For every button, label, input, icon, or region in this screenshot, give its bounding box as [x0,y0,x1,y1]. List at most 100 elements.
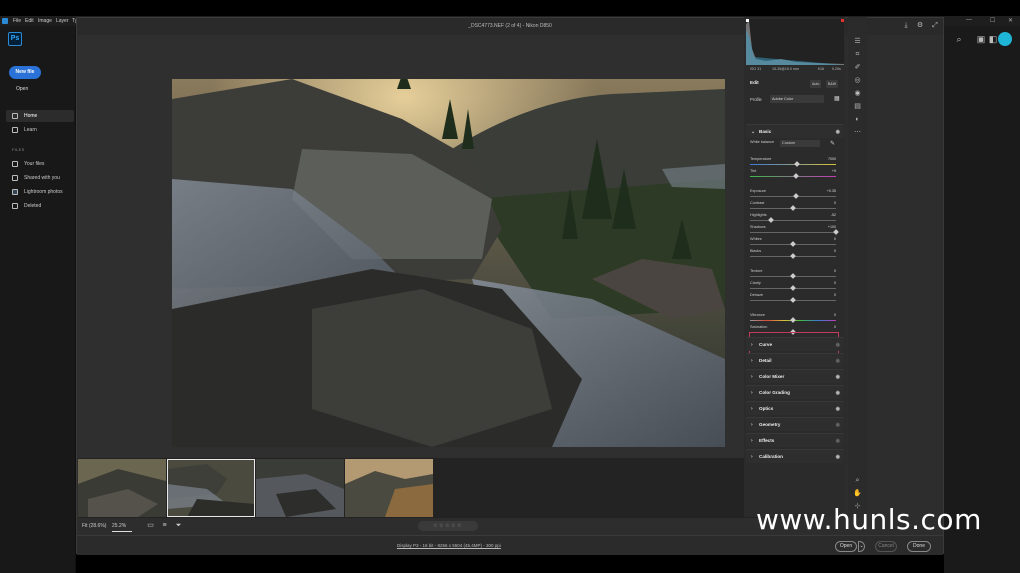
visibility-eye-icon[interactable]: ◉ [836,386,840,400]
cancel-button[interactable]: Cancel [875,541,897,552]
section-geometry[interactable]: › Geometry ◉ [746,417,844,431]
slider-blacks[interactable]: Blacks 0 [750,249,838,260]
eyedropper-icon[interactable]: ✎ [830,140,835,147]
done-button[interactable]: Done [907,541,931,552]
save-icon[interactable]: ⤓ [902,22,910,30]
gift-icon[interactable]: ▣ [976,34,986,44]
slider-shadows[interactable]: Shadows +100 [750,225,839,236]
section-curve[interactable]: › Curve ◉ [746,337,844,351]
slider-clarity[interactable]: Clarity 0 [750,281,838,292]
open-button[interactable]: Open [835,541,857,552]
section-effects[interactable]: › Effects ◉ [746,433,844,447]
slider-handle[interactable] [790,241,796,247]
visibility-eye-icon[interactable]: ◉ [836,338,840,352]
user-avatar[interactable] [998,32,1012,46]
settings-gear-icon[interactable]: ⚙ [916,22,924,30]
slider-value[interactable]: +100 [821,225,836,230]
visibility-eye-icon[interactable]: ◉ [836,125,840,139]
slider-tint[interactable]: Tint +9 [750,169,838,180]
image-preview-area[interactable] [78,35,820,457]
menu-file[interactable]: File [13,16,21,26]
filter-icon[interactable]: ⏷ [174,521,183,530]
slider-highlights[interactable]: Highlights -52 [750,213,838,224]
section-optics[interactable]: › Optics ◉ [746,401,844,415]
filmstrip-thumb-3[interactable] [256,459,344,517]
star-rating[interactable]: ☆☆☆☆☆ [418,521,478,531]
hand-tool-icon[interactable]: ✋ [853,489,862,498]
slider-handle[interactable] [790,285,796,291]
zoom-percentage[interactable]: 25.2% [112,523,132,532]
slider-handle[interactable] [790,297,796,303]
slider-value[interactable]: 0 [821,281,836,286]
menu-layer[interactable]: Layer [56,16,69,26]
open-dropdown-chevron-icon[interactable]: ⌄ [858,541,865,552]
filmstrip-thumb-2-selected[interactable] [167,459,255,517]
visibility-eye-icon[interactable]: ◉ [836,354,840,368]
visibility-eye-icon[interactable]: ◉ [836,434,840,448]
filmstrip-thumb-4[interactable] [345,459,433,517]
nav-shared-with-you[interactable]: Shared with you [6,172,74,184]
maximize-button[interactable]: ☐ [990,17,995,24]
zoom-fit-option[interactable]: Fit (28.6%) [82,523,106,529]
slider-handle[interactable] [793,193,800,199]
close-window-button[interactable]: ✕ [1008,17,1013,24]
slider-track[interactable] [750,232,836,233]
compare-view-icon[interactable]: ▭ [146,521,155,530]
edit-sliders-icon[interactable]: ☰ [853,37,862,46]
nav-learn[interactable]: Learn [6,124,74,136]
section-color-mixer[interactable]: › Color Mixer ◉ [746,369,844,383]
slider-value[interactable]: -52 [821,213,836,218]
section-basic[interactable]: ⌄ Basic ◉ [746,124,844,138]
slider-value[interactable]: 0 [821,313,836,318]
nav-lightroom-photos[interactable]: Lightroom photos [6,186,74,198]
more-options-icon[interactable]: ⋯ [853,128,862,137]
slider-track[interactable] [750,220,836,221]
slider-value[interactable]: +0.35 [821,189,836,194]
masking-icon[interactable]: ◎ [853,76,862,85]
slider-vibrance[interactable]: Vibrance 0 [750,313,838,324]
minimize-button[interactable]: — [966,17,972,23]
crop-icon[interactable]: ⌗ [853,50,862,59]
slider-value[interactable]: 0 [821,237,836,242]
slider-temperature[interactable]: Temperature 7000 [750,157,838,168]
slider-handle[interactable] [790,205,796,211]
filmstrip-thumb-1[interactable] [78,459,166,517]
section-calibration[interactable]: › Calibration ◉ [746,449,844,463]
slider-handle[interactable] [790,273,796,279]
slider-value[interactable]: 0 [821,325,836,330]
fullscreen-icon[interactable]: ⤢ [931,22,939,30]
zoom-tool-icon[interactable]: ⌕ [853,476,862,485]
section-color-grading[interactable]: › Color Grading ◉ [746,385,844,399]
healing-icon[interactable]: ✐ [853,63,862,72]
slider-value[interactable]: 0 [821,201,836,206]
open-link[interactable]: Open [16,86,28,92]
notification-icon[interactable]: ◧ [988,34,998,44]
profile-select[interactable]: Adobe Color [770,95,824,103]
new-file-button[interactable]: New file [9,66,41,79]
slider-handle[interactable] [767,217,774,223]
white-balance-select[interactable]: Custom [780,140,820,147]
slider-value[interactable]: 0 [821,269,836,274]
visibility-eye-icon[interactable]: ◉ [836,402,840,416]
preview-photo[interactable] [172,79,725,447]
search-icon[interactable]: ⌕ [954,34,964,44]
menu-edit[interactable]: Edit [25,16,34,26]
sort-icon[interactable]: ≡ [160,521,169,530]
bw-button[interactable]: B&W [826,80,839,88]
presets-icon[interactable]: ▤ [853,102,862,111]
slider-value[interactable]: +9 [821,169,836,174]
slider-exposure[interactable]: Exposure +0.35 [750,189,838,200]
nav-home[interactable]: Home [6,110,74,122]
slider-handle[interactable] [790,253,796,259]
slider-handle[interactable] [794,161,801,167]
slider-contrast[interactable]: Contrast 0 [750,201,838,212]
auto-button[interactable]: Auto [810,80,822,88]
slider-texture[interactable]: Texture 0 [750,269,838,280]
slider-handle[interactable] [792,173,799,179]
slider-dehaze[interactable]: Dehaze 0 [750,293,838,304]
slider-whites[interactable]: Whites 0 [750,237,838,248]
profile-browser-icon[interactable]: ▦ [834,95,840,102]
slider-track[interactable] [750,164,836,165]
section-detail[interactable]: › Detail ◉ [746,353,844,367]
workflow-options-link[interactable]: Display P3 - 16 bit - 8256 x 5504 (45.4M… [397,543,501,548]
